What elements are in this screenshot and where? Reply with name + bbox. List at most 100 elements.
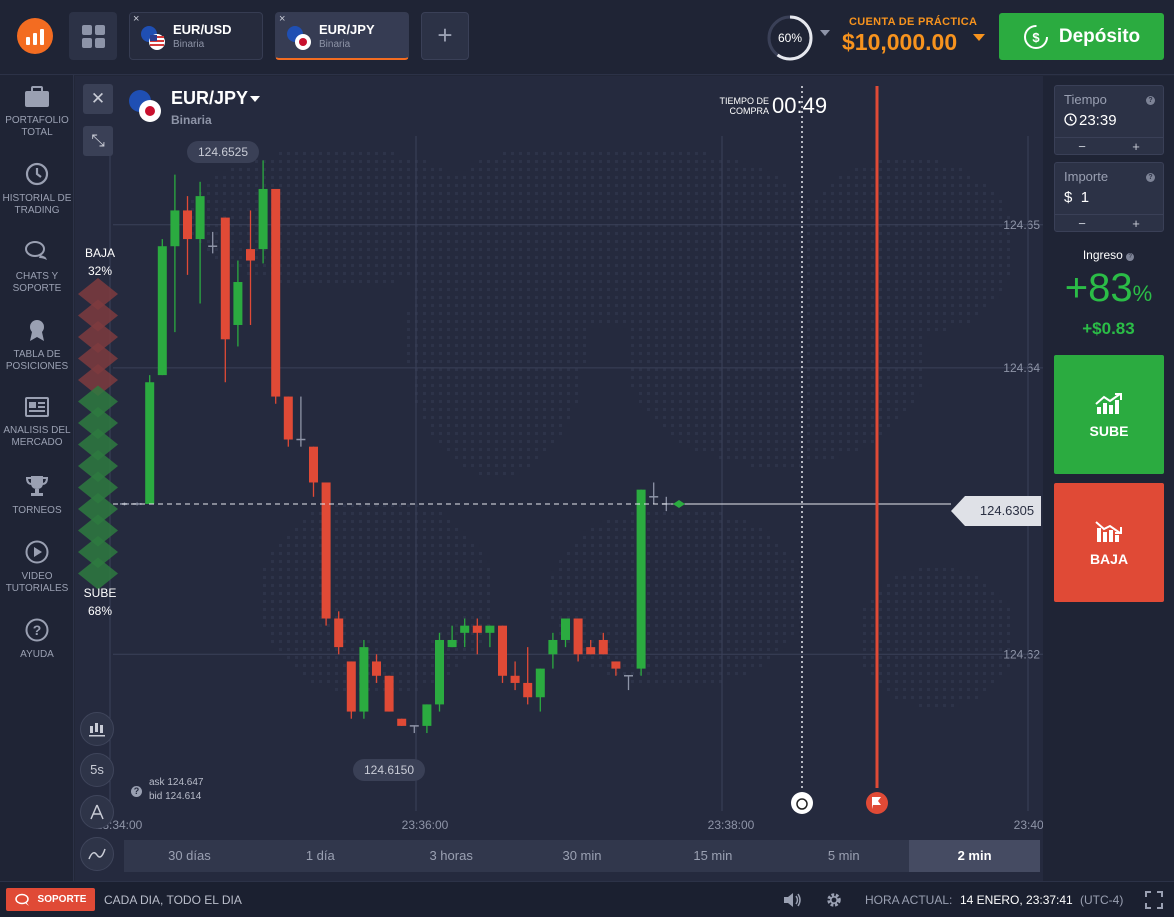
timeframe-3h[interactable]: 3 horas [386,840,517,872]
account-balance[interactable]: $10,000.00 [842,29,957,56]
price-chart[interactable]: 124.65124.64124.6223:34:00 23:36:00 23:38:… [75,76,1043,881]
sidebar-item-chat[interactable]: CHATS Y SOPORTE [0,239,74,295]
timeframe-1d[interactable]: 1 día [255,840,386,872]
sidebar-item-leaderboard[interactable]: TABLA DE POSICIONES [0,317,74,373]
candle-body [498,625,507,676]
candle-body [435,639,444,705]
help-icon[interactable]: ? [131,786,142,797]
candle-body [170,210,180,247]
draw-icon[interactable] [80,795,114,829]
call-label: SUBE [1089,423,1129,439]
account-chevron-down-icon[interactable] [973,34,985,41]
expiry-value[interactable]: 23:39 [1064,112,1117,129]
help-icon[interactable]: ? [1126,253,1135,261]
account-type-label[interactable]: CUENTA DE PRÁCTICA [849,16,977,28]
candle-body [586,647,596,655]
support-button[interactable]: SOPORTE [6,888,95,911]
close-tab-icon[interactable]: × [133,13,139,25]
amount-plus-button[interactable]: + [1109,215,1163,232]
candle-body [485,625,495,633]
sentiment-bar [78,278,118,590]
timeframe-selector: 30 días 1 día 3 horas 30 min 15 min 5 mi… [124,840,1041,872]
sidebar-item-help[interactable]: ? AYUDA [0,617,74,661]
current-price-tag: 124.6305 [951,496,1041,526]
sidebar-item-tournaments[interactable]: TORNEOS [0,473,74,517]
app-root: × EUR/USD Binaria × EUR/JPY Binaria + 60… [0,0,1174,917]
income-percent: +83% [1064,266,1153,310]
brand-logo[interactable] [17,18,53,54]
stopwatch-icon [791,792,813,814]
trophy-icon [25,476,49,496]
timeframe-5m[interactable]: 5 min [778,840,909,872]
add-tab-button[interactable]: + [421,12,469,60]
x-tick-label: 23:40:00 [1014,818,1043,832]
deposit-button[interactable]: $ Depósito [999,13,1164,60]
low-price-label: 124.6150 [353,759,425,781]
shrink-chart-button[interactable]: ⤡ [83,126,113,156]
current-time-label: HORA ACTUAL: [865,893,953,907]
sube-sentiment: SUBE 68% [83,586,117,618]
help-icon[interactable]: ? [1146,173,1155,182]
asset-tab-eurusd[interactable]: × EUR/USD Binaria [129,12,263,60]
help-icon[interactable]: ? [1146,96,1155,105]
amount-label: Importe [1064,169,1109,184]
interval-button[interactable]: 5s [80,753,114,787]
amount-field[interactable]: Importe ? $ 1 − + [1054,162,1164,232]
purchase-time-label: TIEMPO DE COMPRA [719,96,769,116]
sidebar-item-label: CHATS Y SOPORTE [12,271,62,294]
candle-body [195,196,205,240]
indicators-icon[interactable] [80,837,114,871]
sidebar-item-video-tutorials[interactable]: VIDEO TUTORIALES [0,539,74,595]
timeframe-2m[interactable]: 2 min [909,840,1041,872]
y-tick-label: 124.64 [1003,361,1040,375]
gear-icon[interactable] [825,891,843,909]
expiry-plus-button[interactable]: + [1109,138,1163,155]
trend-up-icon [1095,393,1122,414]
candle-body [598,639,608,655]
sidebar-item-history[interactable]: HISTORIAL DE TRADING [0,161,74,217]
eur-usd-flag-icon [141,26,165,50]
candle-body [636,489,646,669]
expiry-minus-button[interactable]: − [1055,138,1109,155]
timeframe-30d[interactable]: 30 días [124,840,255,872]
expiry-time-field[interactable]: Tiempo ? 23:39 − + [1054,85,1164,155]
chevron-down-icon[interactable] [820,30,830,36]
asset-chevron-down-icon[interactable] [250,96,260,102]
timeframe-15m[interactable]: 15 min [647,840,778,872]
asset-selector[interactable]: EUR/JPY [171,88,248,109]
close-tab-icon[interactable]: × [279,13,285,25]
play-icon [25,540,49,564]
call-button[interactable]: SUBE [1054,355,1164,474]
sidebar-item-portfolio[interactable]: PORTAFOLIO TOTAL [0,85,74,139]
tab-pair: EUR/JPY [319,22,375,37]
apps-grid-button[interactable] [69,12,117,60]
amount-minus-button[interactable]: − [1055,215,1109,232]
chat-icon [14,893,29,906]
candle-body [460,625,470,633]
put-button[interactable]: BAJA [1054,483,1164,602]
bottom-bar: SOPORTE CADA DIA, TODO EL DIA HORA ACTUA… [0,881,1174,917]
purchase-timer: 00:49 [772,93,828,118]
candles [120,160,671,734]
close-chart-button[interactable]: ✕ [83,84,113,114]
candle-body [283,396,293,440]
history-icon [25,162,49,186]
help-icon: ? [25,618,49,642]
fullscreen-icon[interactable] [1145,891,1163,909]
candle-body [220,217,230,340]
timeframe-30m[interactable]: 30 min [517,840,648,872]
volume-icon[interactable] [782,891,802,909]
candles-icon[interactable] [80,712,114,746]
chat-icon [25,241,47,260]
candle-body [447,639,457,648]
amount-value[interactable]: $ 1 [1064,189,1089,206]
chart-area[interactable]: 124.65 124.64 124.62 23:34:00 23:36:00 23:38:… [75,76,1043,881]
bid-price: bid 124.614 [149,791,202,802]
world-map-background [191,152,1010,707]
asset-tab-eurjpy[interactable]: × EUR/JPY Binaria [275,12,409,60]
candle-body [548,639,558,655]
sidebar-item-label: HISTORIAL DE TRADING [2,193,72,216]
timezone: (UTC-4) [1080,893,1124,907]
current-price-marker [673,499,685,508]
sidebar-item-market-analysis[interactable]: ANALISIS DEL MERCADO [0,395,74,449]
